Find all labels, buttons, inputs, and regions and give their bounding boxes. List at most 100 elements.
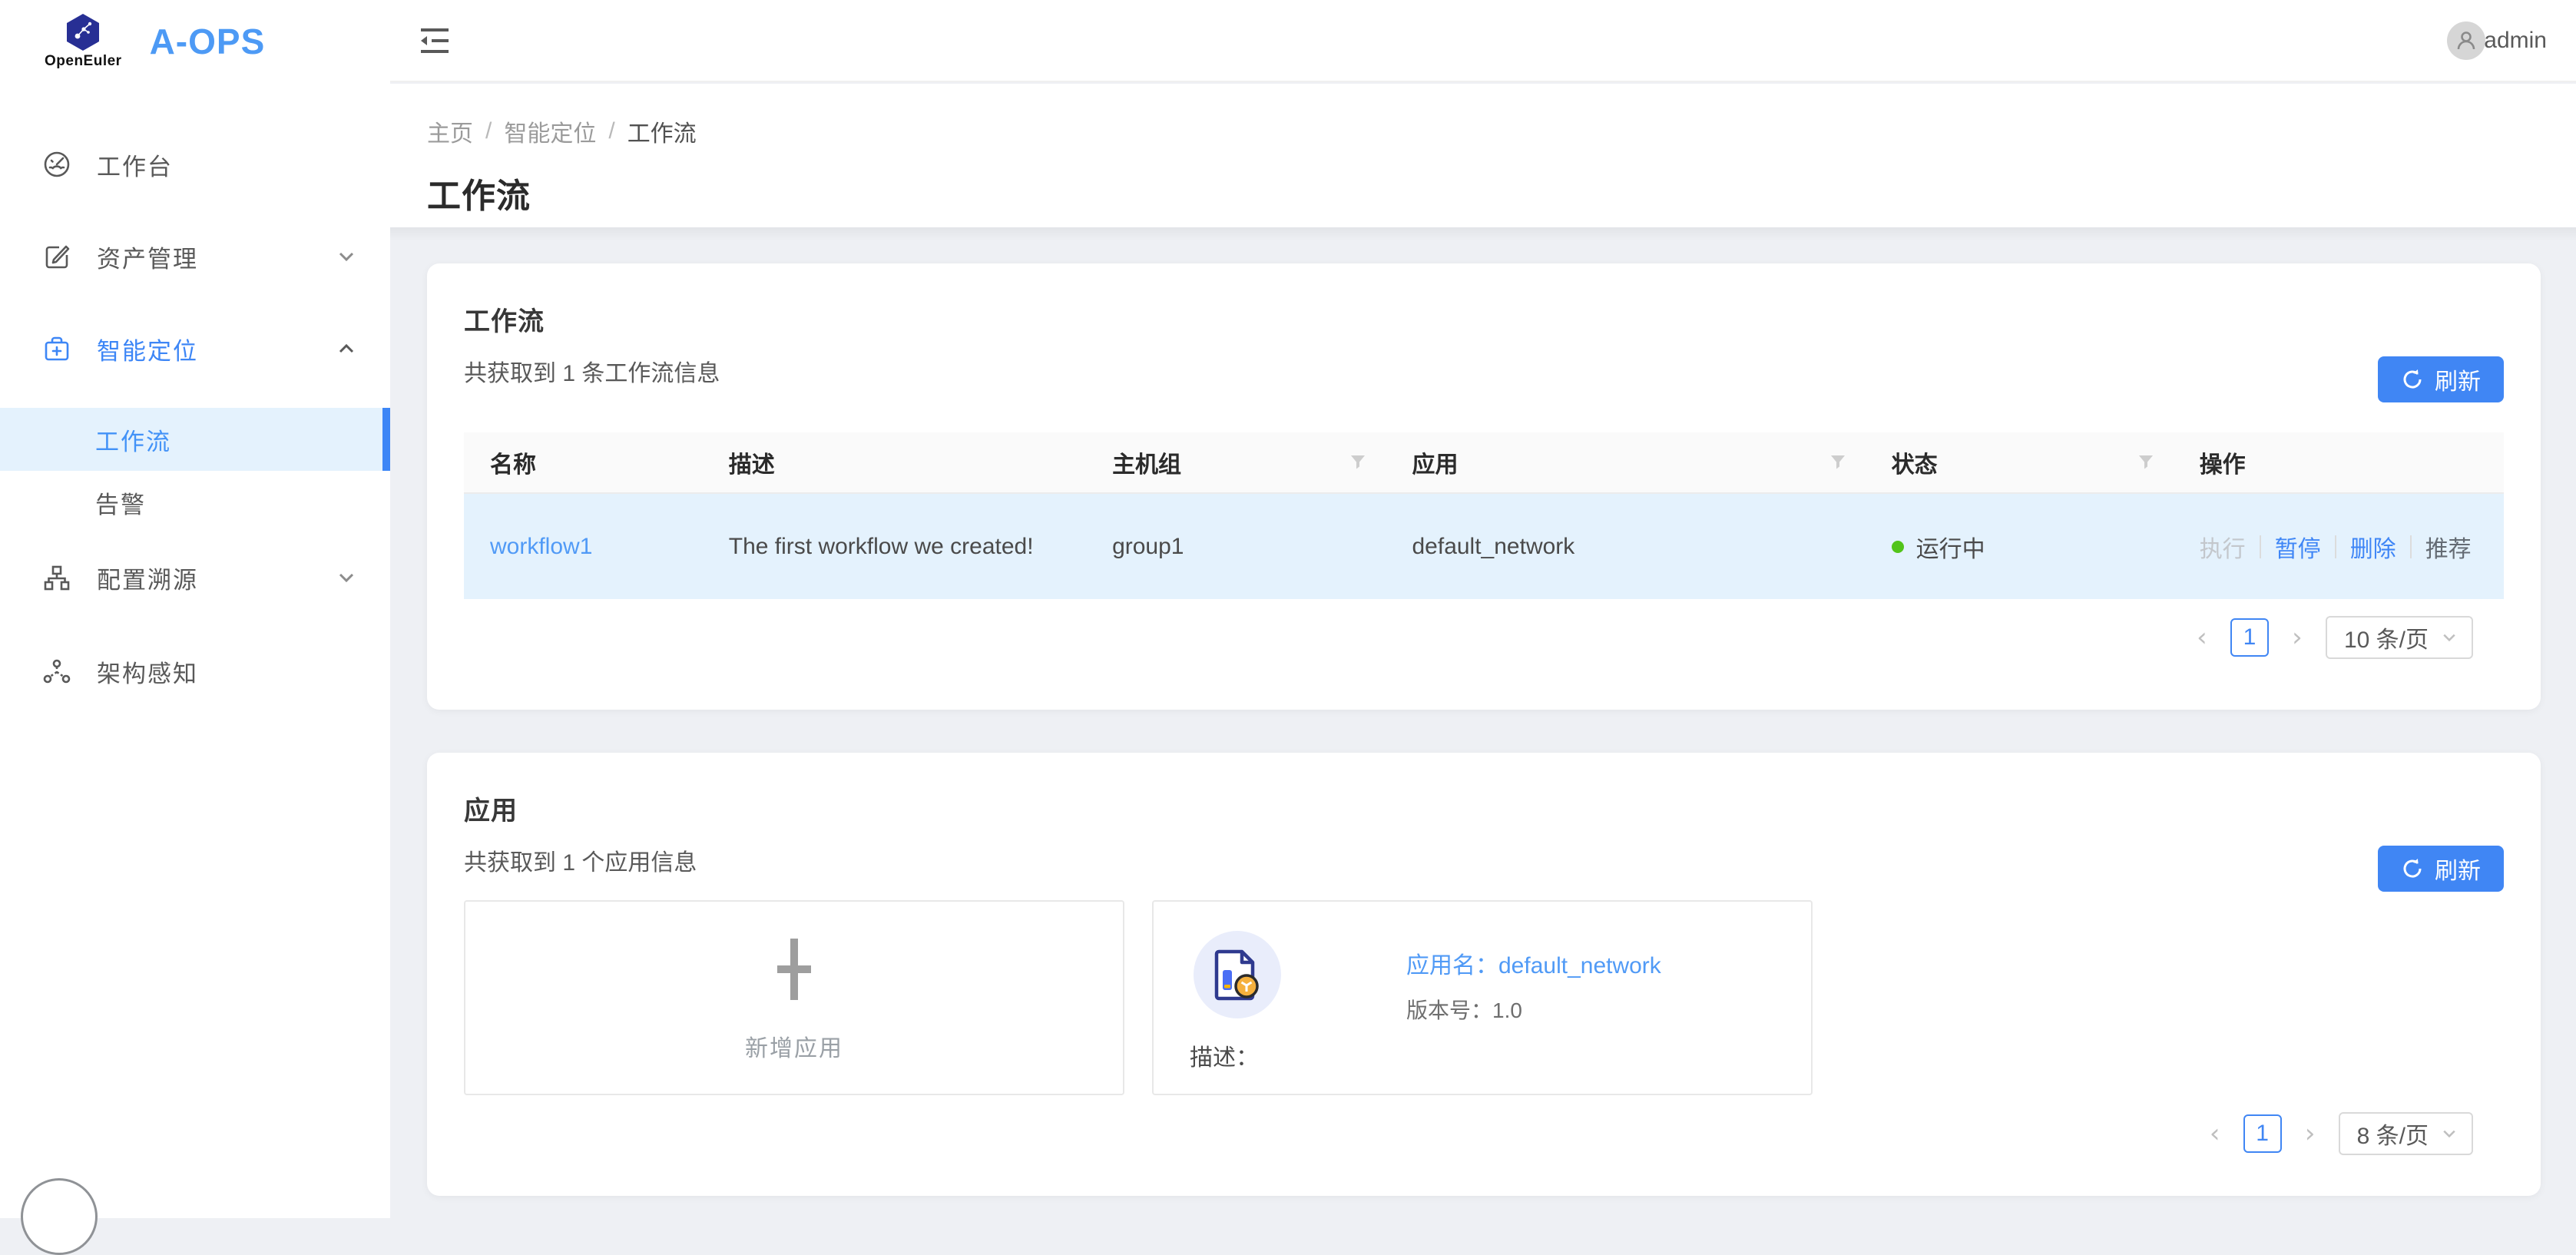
prev-page-button[interactable]: ‹	[2204, 1121, 2227, 1147]
cluster-icon	[43, 564, 71, 591]
brand-header: OpenEuler A-OPS	[0, 0, 390, 82]
deployment-unit-icon	[43, 657, 71, 685]
floating-helper-button[interactable]	[21, 1178, 98, 1255]
page-number-button[interactable]: 1	[2243, 1114, 2282, 1153]
sidebar-item-asset-management[interactable]: 资产管理	[0, 224, 390, 290]
user-menu[interactable]: admin	[2447, 22, 2547, 60]
sidebar-item-workflow[interactable]: 工作流	[0, 408, 390, 471]
page-number-button[interactable]: 1	[2230, 618, 2269, 657]
sidebar-item-intelligent-location[interactable]: 智能定位	[0, 316, 390, 382]
sidebar-item-label: 告警	[95, 485, 146, 520]
workflow-description-cell: The first workflow we created!	[703, 534, 1086, 560]
execute-action[interactable]: 执行	[2200, 530, 2246, 564]
user-icon	[2454, 28, 2478, 53]
application-description-label: 描述：	[1190, 1038, 1259, 1072]
workflow-refresh-button[interactable]: 刷新	[2378, 356, 2504, 402]
medicine-box-icon	[43, 335, 71, 363]
plus-icon	[757, 932, 831, 1006]
sidebar-item-alerts[interactable]: 告警	[0, 471, 390, 534]
sidebar-item-architecture-awareness[interactable]: 架构感知	[0, 638, 390, 704]
dashboard-icon	[43, 151, 71, 178]
menu-fold-icon	[418, 25, 452, 56]
action-divider	[2260, 535, 2261, 558]
page-size-value: 10 条/页	[2344, 621, 2429, 654]
filter-icon[interactable]	[1829, 453, 1847, 472]
avatar	[2447, 22, 2485, 60]
main-content: 工作流 共获取到 1 条工作流信息 刷新 名称 描述 主机组 应用 状态	[390, 227, 2576, 1218]
filter-icon[interactable]	[2137, 453, 2155, 472]
application-info: 应用名：default_network 版本号：1.0	[1406, 946, 1661, 1025]
workflow-card-summary: 共获取到 1 条工作流信息	[464, 354, 2504, 388]
next-page-button[interactable]: ›	[2286, 624, 2309, 651]
breadcrumb-home[interactable]: 主页	[427, 114, 473, 148]
action-divider	[2410, 535, 2412, 558]
filter-icon[interactable]	[1349, 453, 1367, 472]
breadcrumb-intelligent-location[interactable]: 智能定位	[504, 114, 596, 148]
chevron-up-icon	[336, 339, 356, 359]
workflow-actions-cell: 执行 暂停 删除 推荐	[2174, 530, 2504, 564]
column-label: 主机组	[1112, 445, 1181, 479]
application-tile[interactable]: 应用名：default_network 版本号：1.0 描述：	[1152, 900, 1813, 1095]
workflow-pagination: ‹ 1 › 10 条/页	[464, 616, 2504, 659]
workflow-card: 工作流 共获取到 1 条工作流信息 刷新 名称 描述 主机组 应用 状态	[427, 263, 2541, 710]
refresh-label: 刷新	[2435, 852, 2481, 886]
column-header-host-group[interactable]: 主机组	[1086, 432, 1386, 492]
workflow-card-title: 工作流	[464, 300, 2504, 338]
product-name: A-OPS	[150, 21, 266, 62]
chevron-down-icon	[336, 247, 356, 267]
sidebar-item-dashboard[interactable]: 工作台	[0, 131, 390, 197]
add-application-tile[interactable]: 新增应用	[464, 900, 1124, 1095]
column-header-description[interactable]: 描述	[703, 432, 1086, 492]
breadcrumb-current: 工作流	[627, 114, 697, 148]
reload-icon	[2401, 368, 2424, 391]
column-header-status[interactable]: 状态	[1866, 432, 2174, 492]
column-label: 操作	[2200, 445, 2246, 479]
workflow-host-group-cell: group1	[1086, 534, 1386, 560]
refresh-label: 刷新	[2435, 363, 2481, 396]
status-dot	[1892, 541, 1904, 553]
workflow-name-link[interactable]: workflow1	[490, 534, 592, 560]
application-version-value: 1.0	[1492, 998, 1522, 1022]
chevron-down-icon	[2441, 629, 2458, 646]
application-refresh-button[interactable]: 刷新	[2378, 846, 2504, 892]
page-size-select[interactable]: 8 条/页	[2339, 1112, 2473, 1155]
application-grid: 新增应用 应用名：default_network	[464, 900, 2504, 1095]
table-header-row: 名称 描述 主机组 应用 状态 操作	[464, 432, 2504, 494]
application-file-icon	[1213, 949, 1262, 1001]
workflow-status-cell: 运行中	[1866, 530, 2174, 564]
pause-action[interactable]: 暂停	[2275, 530, 2321, 564]
chevron-down-icon	[336, 568, 356, 588]
sidebar-item-label: 配置溯源	[97, 561, 336, 595]
column-header-app[interactable]: 应用	[1386, 432, 1865, 492]
sidebar-collapse-button[interactable]	[416, 22, 453, 59]
application-card-summary: 共获取到 1 个应用信息	[464, 843, 2504, 877]
sidebar: OpenEuler A-OPS 工作台 资产管理	[0, 0, 390, 1218]
application-name-link[interactable]: default_network	[1498, 953, 1661, 979]
column-label: 描述	[729, 445, 775, 479]
column-label: 名称	[490, 445, 536, 479]
reload-icon	[2401, 857, 2424, 880]
next-page-button[interactable]: ›	[2299, 1121, 2322, 1147]
sidebar-item-config-tracing[interactable]: 配置溯源	[0, 545, 390, 611]
application-card: 应用 共获取到 1 个应用信息 刷新 新增应用	[427, 753, 2541, 1196]
application-pagination: ‹ 1 › 8 条/页	[464, 1112, 2504, 1155]
action-divider	[2335, 535, 2336, 558]
prev-page-button[interactable]: ‹	[2190, 624, 2213, 651]
form-icon	[43, 243, 71, 270]
table-row[interactable]: workflow1 The first workflow we created!…	[464, 494, 2504, 599]
page-size-select[interactable]: 10 条/页	[2326, 616, 2473, 659]
application-name-label: 应用名：	[1406, 953, 1498, 979]
application-version-line: 版本号：1.0	[1406, 994, 1661, 1025]
openeuler-logo: OpenEuler	[45, 13, 122, 70]
status-label: 运行中	[1916, 530, 1985, 564]
username-label: admin	[2484, 28, 2547, 54]
recommend-action[interactable]: 推荐	[2425, 530, 2472, 564]
breadcrumb: 主页 / 智能定位 / 工作流	[427, 114, 2576, 148]
sidebar-menu: 工作台 资产管理 智能定位 工作流 告警	[0, 82, 390, 704]
column-header-name[interactable]: 名称	[464, 432, 703, 492]
page-header: 主页 / 智能定位 / 工作流 工作流	[390, 84, 2576, 227]
sidebar-item-label: 资产管理	[97, 240, 336, 274]
delete-action[interactable]: 删除	[2350, 530, 2396, 564]
page-size-value: 8 条/页	[2357, 1117, 2429, 1151]
workflow-table: 名称 描述 主机组 应用 状态 操作 workflow1 The first w…	[464, 432, 2504, 599]
